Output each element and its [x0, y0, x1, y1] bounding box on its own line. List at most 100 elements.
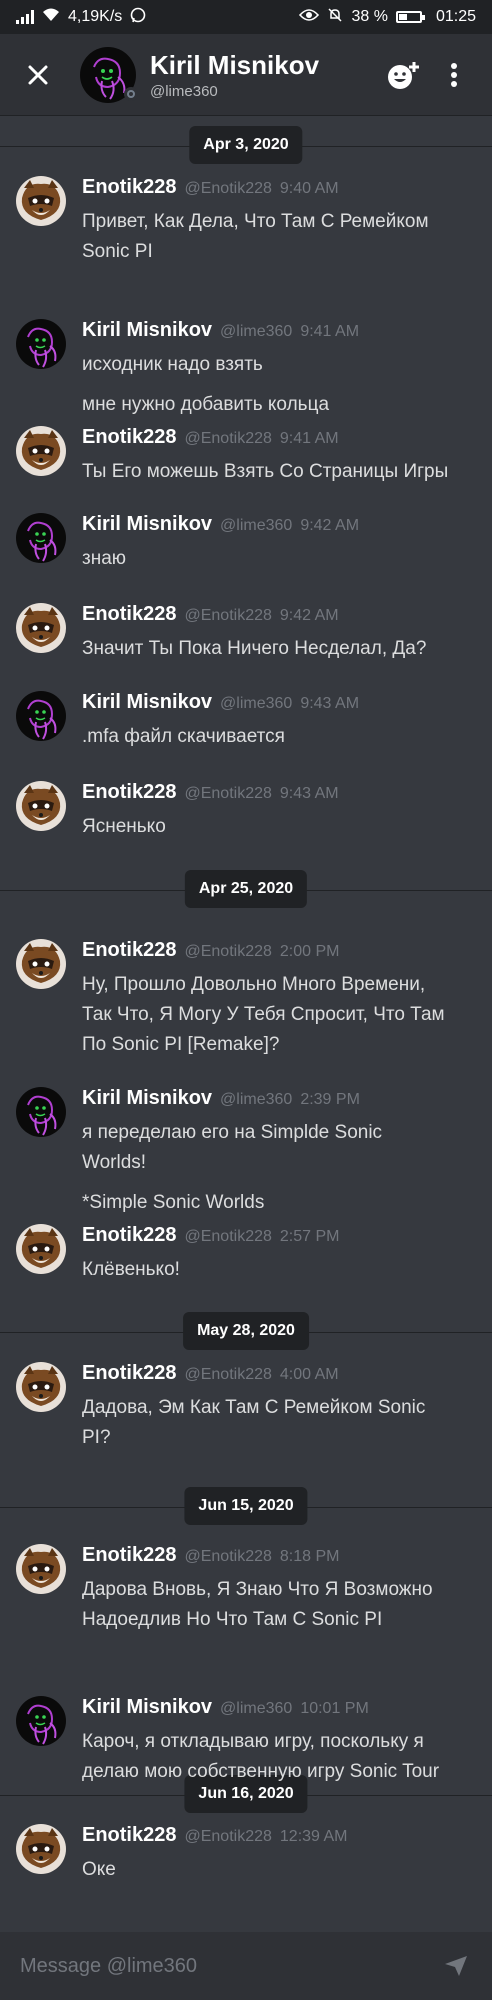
message-group[interactable]: Kiril Misnikov @lime360 2:39 PM я переделаю… — [16, 1087, 476, 1216]
message-group[interactable]: Kiril Misnikov @lime360 9:42 AM знаю — [16, 513, 476, 572]
message-author[interactable]: Kiril Misnikov — [82, 1696, 212, 1719]
avatar[interactable] — [16, 1224, 66, 1274]
message-list[interactable]: Apr 3, 2020 Apr 25, 2020 May 28, 2020 Ju… — [0, 116, 492, 1934]
message-text: Дарова Вновь, Я Знаю Что Я Возможно — [82, 1579, 433, 1600]
wifi-icon — [42, 8, 60, 27]
avatar[interactable] — [16, 603, 66, 653]
message-text: .mfa файл скачивается — [82, 726, 285, 747]
message-author[interactable]: Kiril Misnikov — [82, 319, 212, 342]
message-text: Sonic PI — [82, 241, 153, 262]
message-text: Оке — [82, 1859, 116, 1880]
message-group[interactable]: Kiril Misnikov @lime360 9:41 AM исходник на… — [16, 319, 476, 418]
message-handle: @lime360 — [220, 517, 293, 534]
message-author[interactable]: Enotik228 — [82, 1544, 176, 1567]
message-text: мне нужно добавить кольца — [82, 394, 330, 415]
message-group[interactable]: Enotik228 @Enotik228 9:43 AM Ясненько — [16, 781, 476, 840]
battery-percent: 38 % — [351, 8, 388, 25]
signal-icon — [16, 10, 34, 24]
status-bar: 4,19K/s 38 % 01:25 — [0, 0, 492, 34]
close-icon — [28, 65, 48, 84]
message-timestamp: 2:39 PM — [300, 1091, 360, 1108]
message-handle: @Enotik228 — [184, 1228, 272, 1245]
message-author[interactable]: Enotik228 — [82, 939, 176, 962]
message-author[interactable]: Enotik228 — [82, 426, 176, 449]
message-group[interactable]: Kiril Misnikov @lime360 10:01 PM Кароч, я о… — [16, 1696, 476, 1785]
more-vertical-icon — [451, 62, 457, 87]
avatar[interactable] — [80, 46, 138, 103]
dm-header: Kiril Misnikov @lime360 — [0, 34, 492, 116]
avatar[interactable] — [16, 939, 66, 989]
message-timestamp: 9:42 AM — [300, 517, 360, 534]
message-text: Значит Ты Пока Ничего Несделал, Да? — [82, 638, 427, 659]
message-text: исходник надо взять — [82, 354, 263, 375]
message-text: *Simple Sonic Worlds — [82, 1192, 265, 1213]
message-timestamp: 8:18 PM — [279, 1548, 340, 1565]
message-author[interactable]: Enotik228 — [82, 1362, 176, 1385]
message-text: знаю — [82, 548, 127, 569]
message-group[interactable]: Enotik228 @Enotik228 9:40 AM Привет, Как Де… — [16, 176, 476, 265]
message-timestamp: 10:01 PM — [300, 1700, 369, 1717]
date-label: May 28, 2020 — [183, 1312, 309, 1350]
message-handle: @lime360 — [220, 323, 293, 340]
avatar[interactable] — [16, 176, 66, 226]
message-text: Worlds! — [82, 1152, 147, 1173]
message-text: Ясненько — [82, 816, 166, 837]
message-timestamp: 9:42 AM — [279, 607, 339, 624]
add-friend-button[interactable] — [384, 55, 424, 95]
message-handle: @Enotik228 — [184, 430, 272, 447]
message-handle: @Enotik228 — [184, 943, 272, 960]
message-input[interactable] — [18, 1953, 438, 1979]
close-button[interactable] — [18, 55, 58, 95]
avatar[interactable] — [16, 1544, 66, 1594]
message-text: PI? — [82, 1427, 111, 1448]
message-handle: @lime360 — [220, 1700, 293, 1717]
message-group[interactable]: Enotik228 @Enotik228 9:41 AM Ты Его можешь … — [16, 426, 476, 485]
send-button[interactable] — [438, 1948, 474, 1984]
battery-icon — [395, 11, 425, 23]
message-author[interactable]: Enotik228 — [82, 1224, 176, 1247]
message-author[interactable]: Kiril Misnikov — [82, 1087, 212, 1110]
message-group[interactable]: Enotik228 @Enotik228 9:42 AM Значит Ты Пока… — [16, 603, 476, 662]
message-timestamp: 4:00 AM — [279, 1366, 339, 1383]
message-group[interactable]: Enotik228 @Enotik228 4:00 AM Дадова, Эм Как… — [16, 1362, 476, 1451]
message-group[interactable]: Enotik228 @Enotik228 2:00 PM Ну, Прошло Дов… — [16, 939, 476, 1058]
avatar[interactable] — [16, 691, 66, 741]
message-timestamp: 9:41 AM — [279, 430, 339, 447]
message-author[interactable]: Enotik228 — [82, 603, 176, 626]
date-label: Apr 3, 2020 — [189, 126, 303, 164]
message-timestamp: 9:41 AM — [300, 323, 360, 340]
message-timestamp: 9:40 AM — [279, 180, 339, 197]
message-author[interactable]: Kiril Misnikov — [82, 513, 212, 536]
message-handle: @Enotik228 — [184, 1366, 272, 1383]
message-text: Кароч, я откладываю игру, поскольку я — [82, 1731, 424, 1752]
message-composer — [0, 1932, 492, 2000]
message-author[interactable]: Kiril Misnikov — [82, 691, 212, 714]
avatar[interactable] — [16, 319, 66, 369]
message-group[interactable]: Enotik228 @Enotik228 12:39 AM Оке — [16, 1824, 476, 1883]
message-timestamp: 9:43 AM — [300, 695, 360, 712]
message-author[interactable]: Enotik228 — [82, 176, 176, 199]
avatar[interactable] — [16, 781, 66, 831]
date-label: Jun 15, 2020 — [184, 1487, 308, 1525]
more-options-button[interactable] — [434, 55, 474, 95]
avatar[interactable] — [16, 1824, 66, 1874]
message-text: я переделаю его на Simplde Sonic — [82, 1122, 383, 1143]
add-emoji-icon — [388, 61, 419, 89]
date-divider: Jun 16, 2020 — [0, 1775, 492, 1813]
avatar[interactable] — [16, 1362, 66, 1412]
message-timestamp: 12:39 AM — [279, 1828, 348, 1845]
date-label: Apr 25, 2020 — [184, 870, 308, 908]
avatar[interactable] — [16, 1696, 66, 1746]
avatar[interactable] — [16, 513, 66, 563]
avatar[interactable] — [16, 426, 66, 476]
message-author[interactable]: Enotik228 — [82, 1824, 176, 1847]
message-handle: @Enotik228 — [184, 607, 272, 624]
message-text: Так Что, Я Могу У Тебя Спросит, Что Там — [82, 1004, 445, 1025]
message-author[interactable]: Enotik228 — [82, 781, 176, 804]
date-divider: Apr 25, 2020 — [0, 870, 492, 908]
message-group[interactable]: Kiril Misnikov @lime360 9:43 AM .mfa файл с… — [16, 691, 476, 750]
message-group[interactable]: Enotik228 @Enotik228 8:18 PM Дарова Вновь, … — [16, 1544, 476, 1633]
message-group[interactable]: Enotik228 @Enotik228 2:57 PM Клёвенько! — [16, 1224, 476, 1283]
message-text: Дадова, Эм Как Там С Ремейком Sonic — [82, 1397, 426, 1418]
avatar[interactable] — [16, 1087, 66, 1137]
